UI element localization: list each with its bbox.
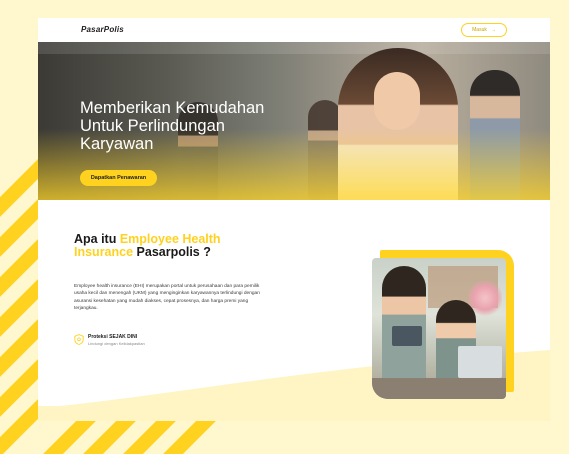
feature-subtitle: Lindungi dengan Kelidakpastian [88,341,145,346]
about-heading: Apa itu Employee Health Insurance Pasarp… [74,233,274,258]
about-heading-part: Pasarpolis ? [133,244,211,259]
hero-banner: Memberikan Kemudahan Untuk Perlindungan … [38,42,550,200]
login-label: Masuk [472,27,487,33]
login-button[interactable]: Masuk → [461,23,507,37]
team-photo [372,258,506,399]
shield-icon [74,334,84,345]
about-description: Employee health insurance (EHI) merupaka… [74,284,260,311]
top-navbar: PasarPolis Masuk → [38,18,550,42]
bottom-band [38,406,550,421]
hero-title: Memberikan Kemudahan Untuk Perlindungan … [80,99,310,153]
pasarpolis-logo[interactable]: PasarPolis [81,25,124,34]
arrow-right-icon: → [490,27,496,33]
hero-title-line: Memberikan Kemudahan [80,99,265,117]
photo-laptop [458,346,502,378]
hero-title-line: Karyawan [80,135,154,153]
feature-title: Proteksi SEJAK DINI [88,334,138,340]
get-offer-button[interactable]: Dapatkan Penawaran [80,170,157,186]
feature-item: Proteksi SEJAK DINI Lindungi dengan Keli… [74,334,274,352]
page-frame: PasarPolis Masuk → Memberikan Kemudahan … [38,18,550,421]
photo-tablet [392,326,422,346]
photo-table [372,378,506,399]
hero-title-line: Untuk Perlindungan [80,117,225,135]
